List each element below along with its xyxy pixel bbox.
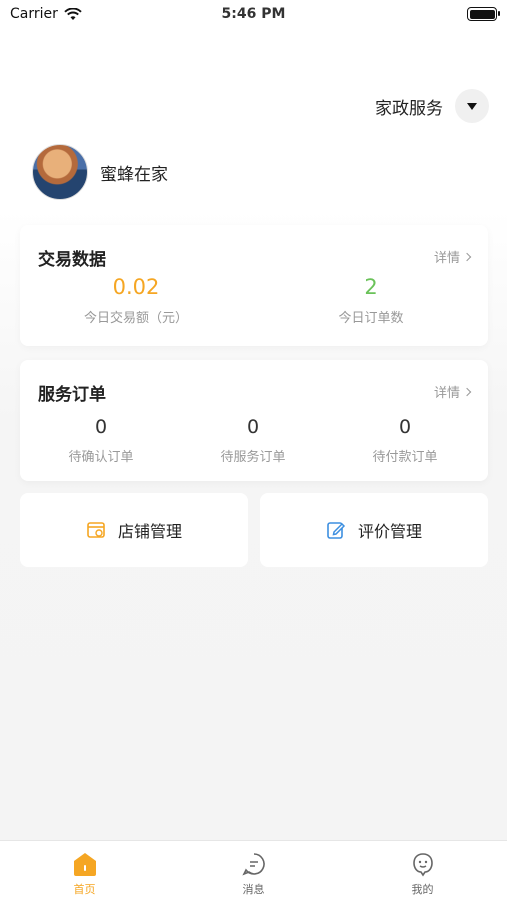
pending-payment-value: 0 [398, 416, 412, 438]
pending-service-stat[interactable]: 0 待服务订单 [203, 416, 303, 465]
transaction-detail-link[interactable]: 详情 [433, 247, 472, 266]
tab-profile[interactable]: 我的 [338, 841, 507, 900]
review-management-label: 评价管理 [357, 522, 422, 541]
tab-home-label: 首页 [73, 883, 96, 896]
transaction-detail-label: 详情 [433, 251, 460, 266]
store-management-label: 店铺管理 [117, 522, 182, 541]
tab-profile-label: 我的 [411, 883, 434, 896]
tab-bar: 首页 消息 我的 [0, 840, 507, 900]
status-time: 5:46 PM [221, 6, 286, 22]
pending-service-value: 0 [246, 416, 260, 438]
tab-messages[interactable]: 消息 [169, 841, 338, 900]
service-orders-title: 服务订单 [38, 385, 106, 405]
today-amount-label: 今日交易额（元） [83, 311, 188, 326]
edit-icon [327, 522, 346, 539]
today-amount-value: 0.02 [112, 275, 160, 299]
today-orders-label: 今日订单数 [338, 311, 404, 326]
chevron-right-icon [462, 252, 472, 261]
today-amount-stat[interactable]: 0.02 今日交易额（元） [74, 275, 198, 326]
profile-icon [412, 853, 433, 877]
service-orders-detail-link[interactable]: 详情 [433, 382, 472, 401]
pending-confirm-label: 待确认订单 [68, 450, 134, 465]
service-orders-detail-label: 详情 [433, 386, 460, 401]
today-orders-value: 2 [364, 275, 378, 299]
pending-confirm-stat[interactable]: 0 待确认订单 [51, 416, 151, 465]
profile[interactable]: 蜜蜂在家 [32, 144, 168, 200]
avatar[interactable] [32, 144, 88, 200]
service-orders-card: 服务订单 详情 0 待确认订单 0 待服务订单 0 待付款订单 [20, 360, 488, 481]
store-management-button[interactable]: 店铺管理 [20, 493, 248, 567]
pending-service-label: 待服务订单 [220, 450, 286, 465]
tab-home[interactable]: 首页 [0, 841, 169, 900]
message-icon [241, 853, 265, 876]
profile-name: 蜜蜂在家 [100, 164, 168, 185]
caret-down-icon [467, 102, 477, 110]
review-management-button[interactable]: 评价管理 [260, 493, 488, 567]
chevron-right-icon [462, 387, 472, 396]
dropdown-button[interactable] [455, 89, 489, 123]
transaction-card: 交易数据 详情 0.02 今日交易额（元） 2 今日订单数 [20, 225, 488, 346]
tab-messages-label: 消息 [242, 883, 265, 896]
pending-payment-label: 待付款订单 [372, 450, 438, 465]
today-orders-stat[interactable]: 2 今日订单数 [309, 275, 433, 326]
home-icon [73, 853, 96, 876]
service-label: 家政服务 [375, 98, 443, 119]
pending-confirm-value: 0 [94, 416, 108, 438]
pending-payment-stat[interactable]: 0 待付款订单 [355, 416, 455, 465]
store-icon [87, 522, 105, 538]
transaction-card-title: 交易数据 [38, 250, 106, 270]
service-selector[interactable]: 家政服务 [375, 89, 489, 123]
